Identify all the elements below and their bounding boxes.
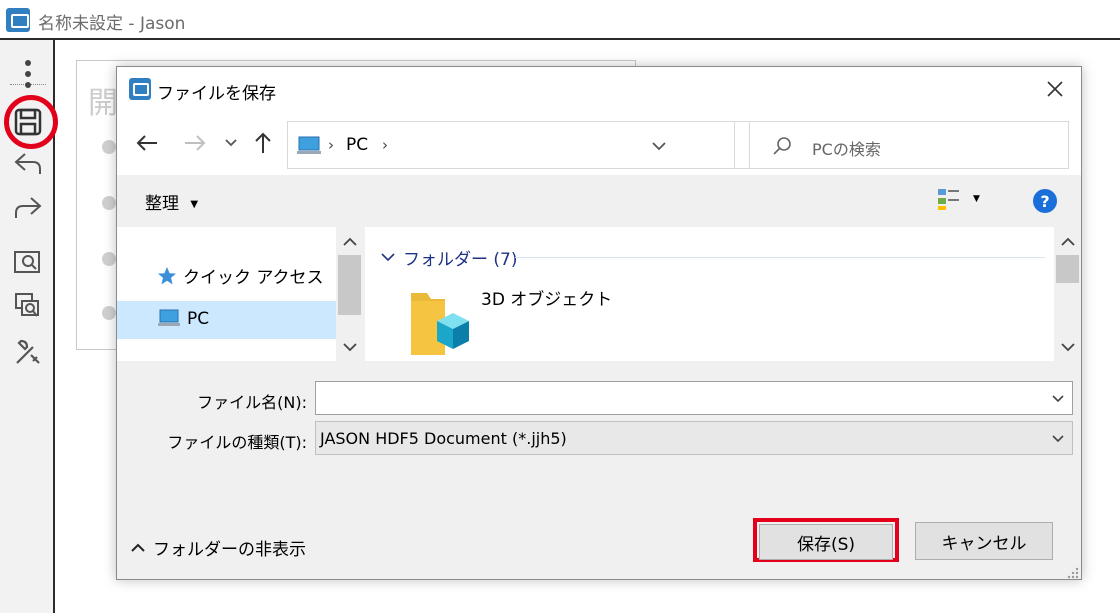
caret-down-icon: ▼ bbox=[973, 194, 980, 204]
folder-group-header[interactable]: フォルダー (7) bbox=[381, 245, 517, 270]
app-logo-icon bbox=[129, 78, 151, 100]
background-bullet bbox=[102, 196, 116, 210]
more-options-icon[interactable] bbox=[12, 58, 44, 90]
search-icon bbox=[773, 137, 791, 155]
hide-folders-toggle[interactable]: フォルダーの非表示 bbox=[131, 535, 306, 560]
command-bar: 整理 ▼ ▼ ? bbox=[117, 175, 1081, 227]
scrollbar-thumb[interactable] bbox=[1056, 255, 1079, 283]
zoom-window-icon[interactable] bbox=[12, 246, 44, 278]
recent-locations-button[interactable] bbox=[221, 127, 241, 159]
app-logo-icon bbox=[6, 8, 30, 32]
zoom-selection-icon[interactable] bbox=[12, 290, 44, 322]
hide-folders-label: フォルダーの非表示 bbox=[153, 540, 306, 560]
app-content-heading: 開 bbox=[88, 86, 118, 121]
chevron-down-icon[interactable] bbox=[1061, 343, 1075, 352]
arrow-right-icon bbox=[185, 135, 206, 151]
chevron-up-icon bbox=[131, 543, 145, 552]
back-button[interactable] bbox=[133, 127, 161, 159]
resize-grip-icon[interactable] bbox=[1067, 567, 1079, 579]
folder-item-3d-objects[interactable]: 3D オブジェクト bbox=[405, 283, 625, 361]
search-input[interactable]: PCの検索 bbox=[749, 121, 1069, 169]
nav-item-pc[interactable]: PC bbox=[117, 301, 336, 339]
background-bullet bbox=[102, 252, 116, 266]
group-divider bbox=[515, 257, 1045, 258]
nav-item-label: PC bbox=[187, 309, 210, 329]
navigation-pane: クイック アクセス PC bbox=[117, 227, 363, 361]
view-details-icon bbox=[938, 189, 959, 210]
redo-icon[interactable] bbox=[12, 192, 44, 224]
view-options-button[interactable]: ▼ bbox=[937, 187, 980, 211]
breadcrumb-separator: › bbox=[328, 136, 334, 154]
breadcrumb-separator[interactable]: › bbox=[382, 136, 388, 154]
up-button[interactable] bbox=[251, 127, 275, 159]
background-bullet bbox=[102, 306, 116, 320]
close-button[interactable] bbox=[1037, 73, 1073, 105]
content-pane: フォルダー (7) 3D オブジェクト bbox=[365, 227, 1081, 361]
folder-item-label: 3D オブジェクト bbox=[481, 290, 613, 310]
nav-pane-scrollbar[interactable] bbox=[336, 227, 363, 361]
tools-icon[interactable] bbox=[12, 336, 44, 368]
dialog-title: ファイルを保存 bbox=[157, 84, 276, 104]
undo-icon[interactable] bbox=[12, 148, 44, 180]
caret-down-icon: ▼ bbox=[190, 199, 199, 210]
breadcrumb-pc[interactable]: PC bbox=[346, 135, 368, 155]
chevron-up-icon[interactable] bbox=[1061, 237, 1075, 246]
chevron-down-icon bbox=[381, 253, 395, 262]
nav-item-label: クイック アクセス bbox=[183, 268, 324, 288]
computer-icon bbox=[158, 309, 180, 326]
filename-input[interactable] bbox=[315, 381, 1073, 415]
navigation-row: › PC › PCの検索 bbox=[117, 109, 1081, 175]
app-title: 名称未設定 - Jason bbox=[38, 14, 186, 34]
chevron-down-icon[interactable] bbox=[343, 343, 357, 352]
filetype-label: ファイルの種類(T): bbox=[167, 433, 307, 452]
dialog-title-bar: ファイルを保存 bbox=[117, 67, 1081, 109]
arrow-up-icon bbox=[255, 132, 271, 153]
filetype-value: JASON HDF5 Document (*.jjh5) bbox=[320, 429, 567, 448]
computer-icon bbox=[297, 136, 321, 154]
chevron-down-icon bbox=[225, 139, 237, 147]
chevron-down-icon[interactable] bbox=[1052, 395, 1064, 403]
chevron-down-icon bbox=[1052, 435, 1064, 443]
save-button[interactable]: 保存(S) bbox=[759, 524, 893, 560]
chevron-down-icon[interactable] bbox=[652, 142, 666, 151]
save-icon-highlight-circle bbox=[4, 95, 58, 149]
forward-button[interactable] bbox=[181, 127, 209, 159]
organize-button[interactable]: 整理 ▼ bbox=[145, 189, 198, 214]
cancel-button[interactable]: キャンセル bbox=[915, 522, 1053, 560]
scrollbar-thumb[interactable] bbox=[338, 255, 361, 315]
address-bar[interactable]: › PC › bbox=[287, 121, 735, 169]
filetype-select[interactable]: JASON HDF5 Document (*.jjh5) bbox=[315, 421, 1073, 455]
3d-objects-folder-icon bbox=[411, 293, 469, 355]
close-icon bbox=[1047, 81, 1063, 97]
nav-item-quick-access[interactable]: クイック アクセス bbox=[157, 263, 324, 288]
arrow-left-icon bbox=[136, 135, 157, 151]
organize-label: 整理 bbox=[145, 194, 179, 214]
app-title-bar: 名称未設定 - Jason bbox=[0, 0, 1120, 40]
filename-label: ファイル名(N): bbox=[197, 393, 307, 412]
help-icon[interactable]: ? bbox=[1033, 189, 1057, 213]
star-icon bbox=[158, 266, 176, 284]
background-bullet bbox=[102, 140, 116, 154]
chevron-up-icon[interactable] bbox=[343, 237, 357, 246]
search-placeholder: PCの検索 bbox=[812, 140, 881, 159]
save-file-dialog: ファイルを保存 › PC › PCの検索 整理 ▼ ▼ ? クイック アクセス … bbox=[116, 66, 1082, 580]
content-pane-scrollbar[interactable] bbox=[1054, 227, 1081, 361]
folder-group-label: フォルダー (7) bbox=[403, 250, 518, 270]
